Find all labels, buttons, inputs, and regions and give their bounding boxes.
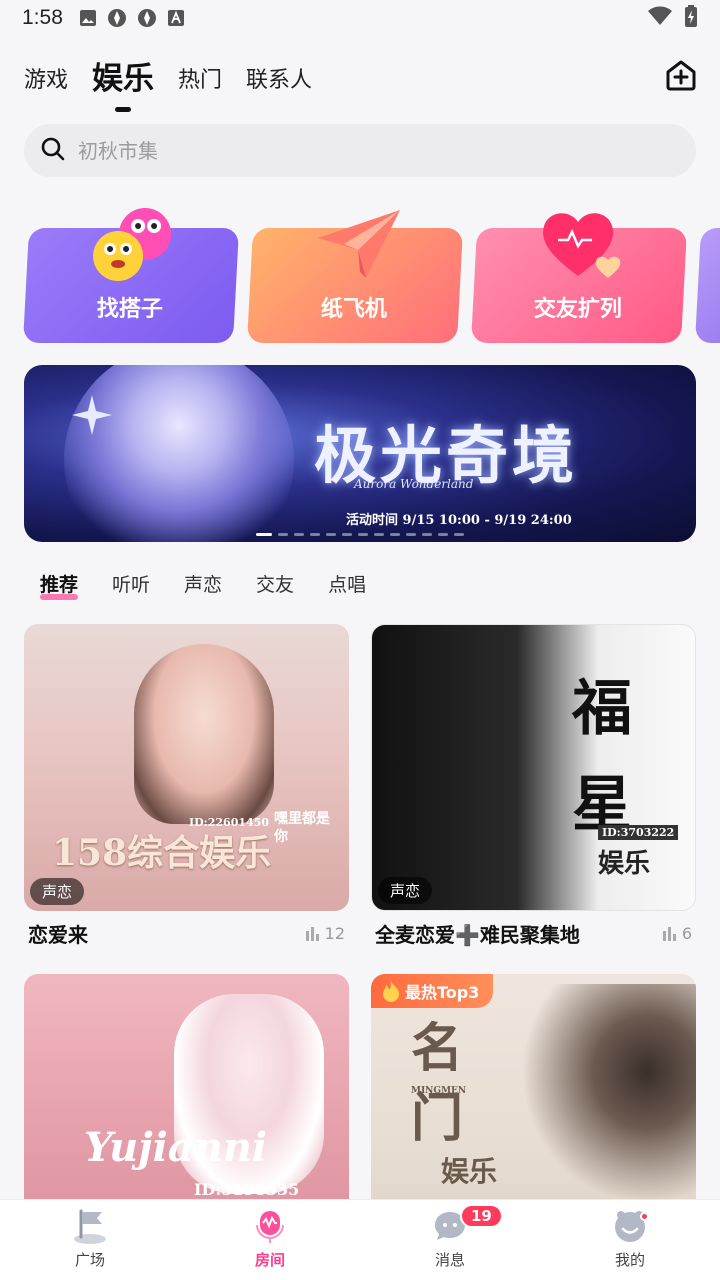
nav-profile[interactable]: 我的: [540, 1200, 720, 1280]
room-tag: 声恋: [378, 877, 433, 904]
nav-messages[interactable]: 19 消息: [360, 1200, 540, 1280]
heart-icon: [538, 204, 628, 288]
hot-badge: 最热Top3: [371, 974, 494, 1008]
search-input[interactable]: [78, 138, 638, 163]
status-bar: 1:58: [0, 0, 720, 36]
cover-title: 名门: [411, 1018, 464, 1149]
room-cover-image: ID:22601450 158综合娱乐 嘿里都是你 声恋: [24, 624, 349, 911]
room-tag: 声恋: [30, 878, 85, 905]
room-card[interactable]: 福星 ID:3703222 娱乐 声恋 全麦恋爱➕难民聚集地 6: [371, 624, 696, 948]
tab-contacts[interactable]: 联系人: [246, 62, 312, 102]
sparkle-icon: [72, 395, 112, 439]
category-more[interactable]: [694, 228, 720, 343]
mic-icon: [256, 1211, 284, 1243]
figure-silhouette: [521, 984, 696, 1204]
tab-listen[interactable]: 听听: [112, 570, 150, 597]
category-row: 找搭子 纸飞机 交友扩列: [22, 200, 720, 350]
messages-badge: 19: [460, 1204, 503, 1228]
add-home-icon: [666, 60, 696, 91]
fire-icon: [383, 981, 399, 1002]
cover-id: ID:3703222: [598, 825, 679, 840]
banner-character-image: [64, 365, 294, 542]
room-count-value: 12: [324, 924, 345, 943]
nav-plaza[interactable]: 广场: [0, 1200, 180, 1280]
cover-subtitle: 嘿里都是你: [274, 811, 330, 845]
nav-label: 我的: [614, 1251, 645, 1269]
tab-entertainment[interactable]: 娱乐: [92, 53, 154, 102]
status-time: 1:58: [22, 6, 63, 29]
room-listener-count: 12: [305, 924, 349, 943]
category-label: 找搭子: [96, 297, 163, 322]
tab-voice-love[interactable]: 声恋: [184, 570, 222, 597]
tab-recommend[interactable]: 推荐: [40, 570, 79, 600]
tab-friends[interactable]: 交友: [256, 570, 294, 597]
room-card[interactable]: ID:22601450 158综合娱乐 嘿里都是你 声恋 恋爱来 12: [24, 624, 349, 948]
app-icon: [107, 8, 127, 28]
cover-id: ID:5198335: [194, 1180, 300, 1199]
nav-label: 消息: [434, 1251, 465, 1269]
room-cover-image: 福星 ID:3703222 娱乐 声恋: [371, 624, 696, 911]
banner-subtitle: Aurora Wonderland: [354, 477, 474, 491]
banner-date: 活动时间 9/15 10:00 - 9/19 24:00: [346, 513, 572, 528]
room-category-tabs: 推荐 听听 声恋 交友 点唱: [40, 570, 366, 600]
portrait-silhouette: [134, 644, 274, 824]
bars-icon: [305, 926, 319, 941]
room-listener-count: 6: [662, 924, 696, 943]
nav-label: 广场: [74, 1251, 105, 1269]
search-icon: [40, 136, 66, 166]
hot-badge-label: 最热Top3: [405, 983, 480, 1002]
tab-games[interactable]: 游戏: [24, 62, 68, 102]
bars-icon: [662, 926, 676, 941]
banner-pagination: [24, 533, 696, 536]
category-label: 交友扩列: [533, 297, 622, 322]
category-label: 纸飞机: [320, 297, 387, 322]
room-count-value: 6: [681, 924, 692, 943]
top-tabs: 游戏 娱乐 热门 联系人: [24, 52, 312, 102]
wifi-icon: [648, 6, 672, 31]
room-title: 全麦恋爱➕难民聚集地: [375, 923, 580, 947]
nav-label: 房间: [254, 1251, 285, 1269]
cover-title: 158综合娱乐: [52, 832, 272, 874]
bottom-nav: 广场 房间 19 消息 我的: [0, 1199, 720, 1280]
tab-hot[interactable]: 热门: [178, 62, 222, 102]
promo-banner[interactable]: 极光奇境 Aurora Wonderland 活动时间 9/15 10:00 -…: [24, 365, 696, 542]
search-bar[interactable]: [24, 124, 696, 177]
cover-latin: MINGMEN: [411, 1086, 467, 1096]
paper-plane-icon: [314, 204, 404, 288]
tab-song-request[interactable]: 点唱: [328, 570, 366, 597]
category-paper-plane[interactable]: 纸飞机: [246, 210, 464, 343]
nav-rooms[interactable]: 房间: [180, 1200, 360, 1280]
battery-icon: [684, 4, 698, 32]
category-make-friends[interactable]: 交友扩列: [470, 213, 688, 343]
add-room-button[interactable]: [664, 58, 698, 92]
profile-notification-dot: [640, 1212, 649, 1221]
cover-title: Yujianni: [84, 1124, 268, 1171]
category-find-partner[interactable]: 找搭子: [22, 208, 240, 343]
cover-subtitle: 娱乐: [598, 849, 651, 879]
flag-icon: [74, 1209, 106, 1244]
emoji-faces-icon: [90, 204, 180, 288]
app-icon: [137, 8, 157, 28]
text-icon: [167, 9, 185, 27]
room-title: 恋爱来: [28, 923, 88, 947]
cover-subtitle: 娱乐: [441, 1155, 498, 1188]
image-icon: [79, 9, 97, 27]
